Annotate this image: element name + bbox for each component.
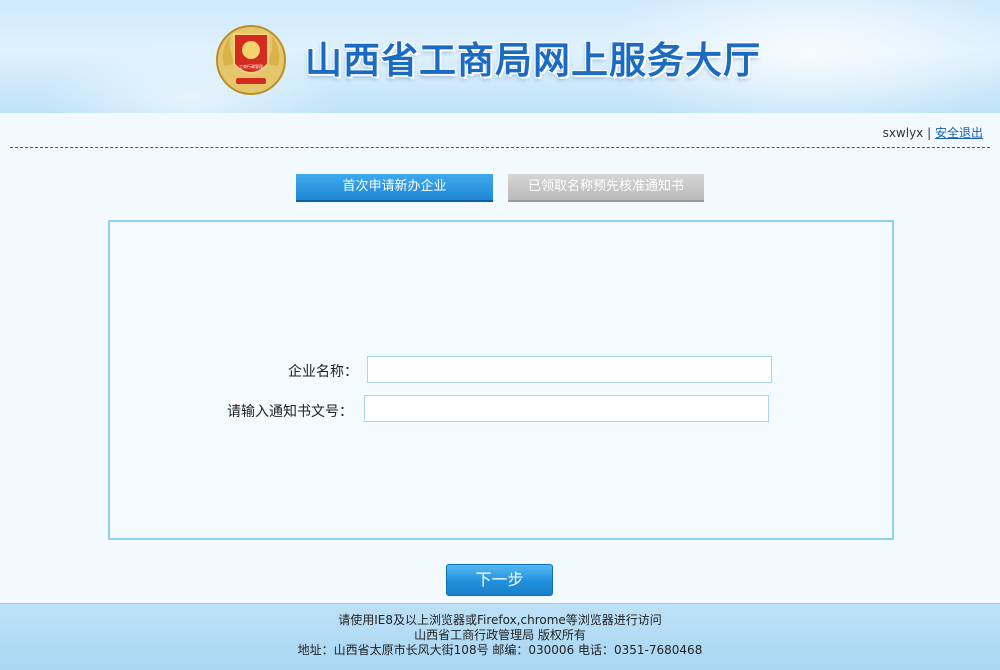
next-button[interactable]: 下一步 bbox=[446, 564, 553, 596]
tab-have-notice[interactable]: 已领取名称预先核准通知书 bbox=[508, 174, 704, 202]
site-title: 山西省工商局网上服务大厅 bbox=[305, 39, 761, 82]
company-name-label: 企业名称： bbox=[288, 364, 358, 380]
tab-new-company[interactable]: 首次申请新办企业 bbox=[296, 174, 493, 202]
user-separator: | bbox=[927, 126, 932, 140]
divider bbox=[10, 147, 990, 148]
logout-link[interactable]: 安全退出 bbox=[935, 126, 983, 140]
svg-text:工商行政管理: 工商行政管理 bbox=[239, 63, 263, 69]
company-name-input[interactable] bbox=[367, 356, 772, 383]
footer-address: 地址：山西省太原市长风大街108号 邮编：030006 电话：0351-7680… bbox=[297, 643, 703, 657]
notice-number-input[interactable] bbox=[364, 395, 769, 422]
footer-copyright: 山西省工商行政管理局 版权所有 bbox=[414, 628, 586, 642]
user-bar: sxwlyx | 安全退出 bbox=[883, 124, 983, 141]
username: sxwlyx bbox=[882, 126, 924, 140]
site-footer: 请使用IE8及以上浏览器或Firefox,chrome等浏览器进行访问 山西省工… bbox=[0, 603, 1000, 670]
notice-number-label: 请输入通知书文号： bbox=[227, 404, 353, 420]
site-header: 工商行政管理 山西省工商局网上服务大厅 bbox=[0, 0, 1000, 113]
national-emblem-icon: 工商行政管理 bbox=[216, 25, 286, 95]
footer-browser-note: 请使用IE8及以上浏览器或Firefox,chrome等浏览器进行访问 bbox=[338, 613, 662, 627]
